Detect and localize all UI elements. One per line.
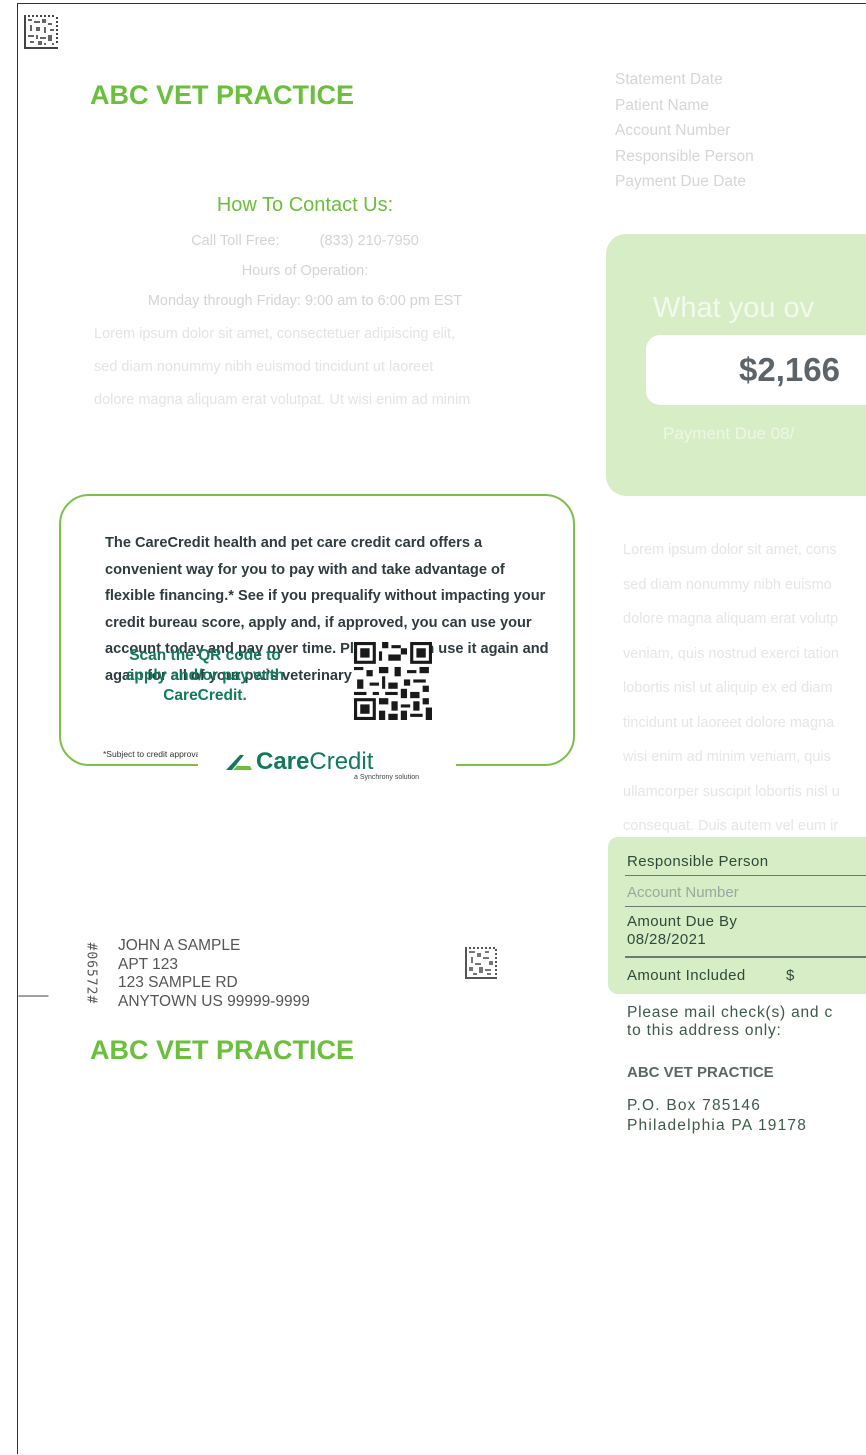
- payment-due-text: Payment Due 08/: [663, 424, 795, 443]
- recipient-line1: APT 123: [118, 955, 179, 973]
- mail-instruction-line: to this address only:: [627, 1022, 782, 1039]
- cut-line: ----------: [18, 988, 49, 1002]
- right-paragraph: Lorem ipsum dolor sit amet, cons sed dia…: [623, 533, 866, 878]
- right-line: sed diam nonummy nibh euismo: [623, 576, 832, 593]
- contact-title: How To Contact Us:: [216, 194, 394, 216]
- right-line: wisi enim ad minim veniam, quis: [623, 749, 831, 765]
- toll-free-number[interactable]: (833) 210-7950: [320, 233, 419, 249]
- recipient-address: JOHN A SAMPLE APT 123 123 SAMPLE RD ANYT…: [118, 937, 310, 1011]
- coupon-responsible-person: Responsible Person: [627, 853, 769, 870]
- carecredit-logo: CareCredit a Synchrony solution: [198, 746, 456, 782]
- vertical-mail-id: #06572#: [82, 942, 100, 1034]
- owe-title: What you ov: [653, 292, 815, 324]
- vertical-id-text: #06572#: [83, 942, 99, 1005]
- right-line: lobortis nisl ut aliquip ex ed diam: [623, 680, 833, 696]
- account-number-label: Account Number: [615, 122, 731, 139]
- mail-instructions: Please mail check(s) and c to this addre…: [627, 1004, 833, 1040]
- mail-practice-name: ABC VET PRACTICE: [627, 1064, 774, 1081]
- datamatrix-barcode-icon: [465, 947, 497, 979]
- right-line: veniam, quis nostrud exerci tation: [623, 645, 839, 662]
- patient-name-label: Patient Name: [615, 96, 709, 114]
- toll-free-label: Call Toll Free:: [191, 233, 280, 249]
- right-line: ullamcorper suscipit lobortis nisl u: [623, 783, 840, 800]
- datamatrix-barcode-icon: [24, 15, 58, 49]
- coupon-divider: [625, 906, 866, 907]
- recipient-line3: ANYTOWN US 99999-9999: [118, 992, 310, 1010]
- qr-code-icon[interactable]: [354, 642, 432, 720]
- statement-page: ABC VET PRACTICE How To Contact Us: Call…: [17, 3, 866, 1454]
- coupon-divider-thick: [625, 956, 866, 958]
- amount-owed-box: $2,166: [646, 335, 866, 405]
- carecredit-offer-box: The CareCredit health and pet care credi…: [59, 494, 575, 766]
- right-line: Lorem ipsum dolor sit amet, cons: [623, 542, 837, 558]
- mail-instruction-line: Please mail check(s) and c: [627, 1004, 834, 1021]
- amount-due-date: 08/28/2021: [627, 931, 707, 948]
- intro-line: Lorem ipsum dolor sit amet, consectetuer…: [94, 326, 456, 342]
- carecredit-tagline: a Synchrony solution: [354, 774, 419, 781]
- amount-included-field[interactable]: $: [786, 967, 795, 984]
- hours-value: Monday through Friday: 9:00 am to 6:00 p…: [147, 293, 463, 309]
- amount-due-by-label: Amount Due By: [627, 913, 738, 930]
- right-line: tincidunt ut laoreet dolore magna: [623, 714, 835, 731]
- statement-date-label: Statement Date: [615, 71, 723, 88]
- statement-labels: Statement Date Patient Name Account Numb…: [615, 67, 754, 195]
- intro-line: sed diam nonummy nibh euismod tincidunt …: [94, 359, 434, 375]
- mail-address: P.O. Box 785146 Philadelphia PA 19178: [627, 1096, 807, 1136]
- coupon-account-number: Account Number: [627, 884, 739, 901]
- recipient-line2: 123 SAMPLE RD: [118, 974, 238, 991]
- coupon-amount-included: Amount Included: [627, 967, 746, 984]
- responsible-person-label: Responsible Person: [615, 147, 754, 165]
- intro-paragraph: Lorem ipsum dolor sit amet, consectetuer…: [94, 318, 470, 417]
- mail-city-state-zip: Philadelphia PA 19178: [627, 1117, 808, 1134]
- intro-line: dolore magna aliquam erat volutpat. Ut w…: [94, 392, 471, 408]
- carecredit-wordmark: CareCredit: [256, 748, 373, 776]
- amount-owed-value: $2,166: [739, 351, 840, 388]
- carecredit-wordmark-light: Credit: [309, 748, 374, 775]
- practice-name: ABC VET PRACTICE: [90, 80, 355, 110]
- credit-disclaimer: *Subject to credit approval.: [103, 749, 205, 759]
- payment-due-date-label: Payment Due Date: [615, 173, 746, 190]
- mail-po-box: P.O. Box 785146: [627, 1097, 762, 1114]
- right-line: dolore magna aliquam erat volutp: [623, 611, 839, 627]
- coupon-divider: [625, 875, 866, 876]
- payment-coupon: Responsible Person Account Number Amount…: [608, 837, 866, 994]
- carecredit-wordmark-bold: Care: [256, 748, 310, 775]
- remit-practice-name: ABC VET PRACTICE: [90, 1035, 355, 1065]
- recipient-name: JOHN A SAMPLE: [118, 937, 241, 954]
- scan-qr-text: Scan the QR code to apply and/or pay wit…: [125, 647, 285, 704]
- amount-owed-panel: What you ov $2,166 Payment Due 08/: [606, 234, 866, 496]
- carecredit-swoosh-icon: [226, 755, 252, 770]
- toll-free-line: Call Toll Free: (833) 210-7950: [65, 233, 545, 249]
- hours-label: Hours of Operation:: [241, 263, 369, 279]
- coupon-amount-due: Amount Due By 08/28/2021: [627, 913, 737, 949]
